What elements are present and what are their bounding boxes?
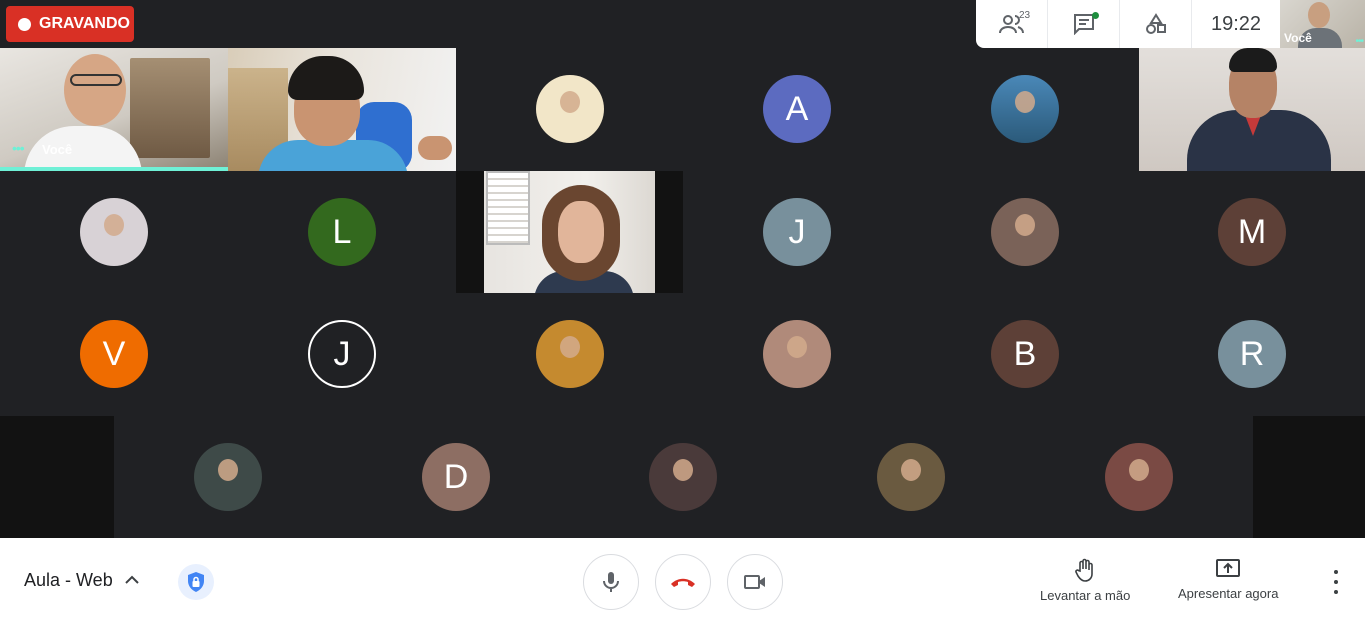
participant-tile[interactable] [456,293,683,415]
bottom-toolbar: Aula - Web Levantar a mão Apresentar ago… [0,538,1365,623]
participant-tile[interactable]: R [1138,293,1365,415]
participant-tile[interactable]: A [683,48,910,170]
avatar [991,198,1059,266]
grid-padding-right [1253,416,1365,538]
chevron-up-icon[interactable] [124,572,140,588]
audio-level-icon: ••• [12,140,25,156]
top-panel: 23 19:22 [976,0,1280,48]
avatar: L [308,198,376,266]
participant-tile[interactable] [456,48,683,170]
video-tile-you[interactable]: ••• Você [0,48,228,171]
avatar: V [80,320,148,388]
raise-hand-icon [1075,558,1093,582]
avatar: B [991,320,1059,388]
avatar [536,320,604,388]
avatar [877,443,945,511]
video-tile-participant[interactable] [228,48,456,171]
participant-tile[interactable] [1025,416,1252,538]
video-tile-participant[interactable] [484,171,655,293]
hang-up-icon [671,578,695,587]
chat-notification-dot [1092,12,1099,19]
participants-button[interactable]: 23 [976,0,1048,48]
grid-padding-left [0,416,114,538]
chat-button[interactable] [1048,0,1120,48]
recording-badge: GRAVANDO [6,6,134,42]
participant-tile[interactable] [683,293,910,415]
shapes-icon [1145,13,1166,34]
self-view-label: Você [1284,31,1312,45]
participant-tile[interactable] [911,48,1138,170]
audio-level-icon: ••• [1355,36,1363,47]
participant-tile[interactable] [0,171,227,293]
video-tile-participant[interactable] [1139,48,1365,171]
present-screen-icon [1216,559,1241,577]
avatar [80,198,148,266]
raise-hand-label: Levantar a mão [1040,588,1131,603]
avatar [649,443,717,511]
recording-label: GRAVANDO [39,15,130,32]
participant-tile[interactable]: L [228,171,455,293]
participant-tile[interactable]: J [683,171,910,293]
raise-hand-button[interactable]: Levantar a mão [1040,558,1130,603]
avatar: J [763,198,831,266]
participant-tile[interactable] [911,171,1138,293]
microphone-button[interactable] [583,554,639,610]
avatar: M [1218,198,1286,266]
avatar: A [763,75,831,143]
clock: 19:22 [1210,12,1262,35]
camera-button[interactable] [727,554,783,610]
meet-window: GRAVANDO 23 19:22 Você ••• ••• Você A L … [0,0,1365,623]
avatar [1105,443,1173,511]
shield-lock-icon [188,572,204,592]
video-camera-icon [744,575,765,589]
record-dot-icon [18,17,31,31]
avatar: R [1218,320,1286,388]
end-call-button[interactable] [655,554,711,610]
participant-tile[interactable] [569,416,796,538]
meeting-title[interactable]: Aula - Web [24,570,113,591]
avatar: J [308,320,376,388]
avatar [194,443,262,511]
avatar [763,320,831,388]
participant-tile[interactable]: D [342,416,569,538]
participant-tile[interactable]: V [0,293,227,415]
participant-count: 23 [1019,10,1031,21]
microphone-icon [603,572,619,592]
security-button[interactable] [178,564,214,600]
tile-label-you: Você [42,142,73,157]
avatar: D [422,443,490,511]
participant-tile[interactable]: M [1138,171,1365,293]
participant-tile[interactable]: B [911,293,1138,415]
present-label: Apresentar agora [1178,586,1279,601]
more-options-icon[interactable] [1326,570,1346,594]
participant-tile[interactable] [797,416,1024,538]
activities-button[interactable] [1120,0,1192,48]
avatar [991,75,1059,143]
self-view[interactable]: Você ••• [1280,0,1365,48]
participant-tile[interactable] [114,416,341,538]
participant-tile[interactable]: J [228,293,455,415]
avatar [536,75,604,143]
present-now-button[interactable]: Apresentar agora [1178,558,1278,601]
